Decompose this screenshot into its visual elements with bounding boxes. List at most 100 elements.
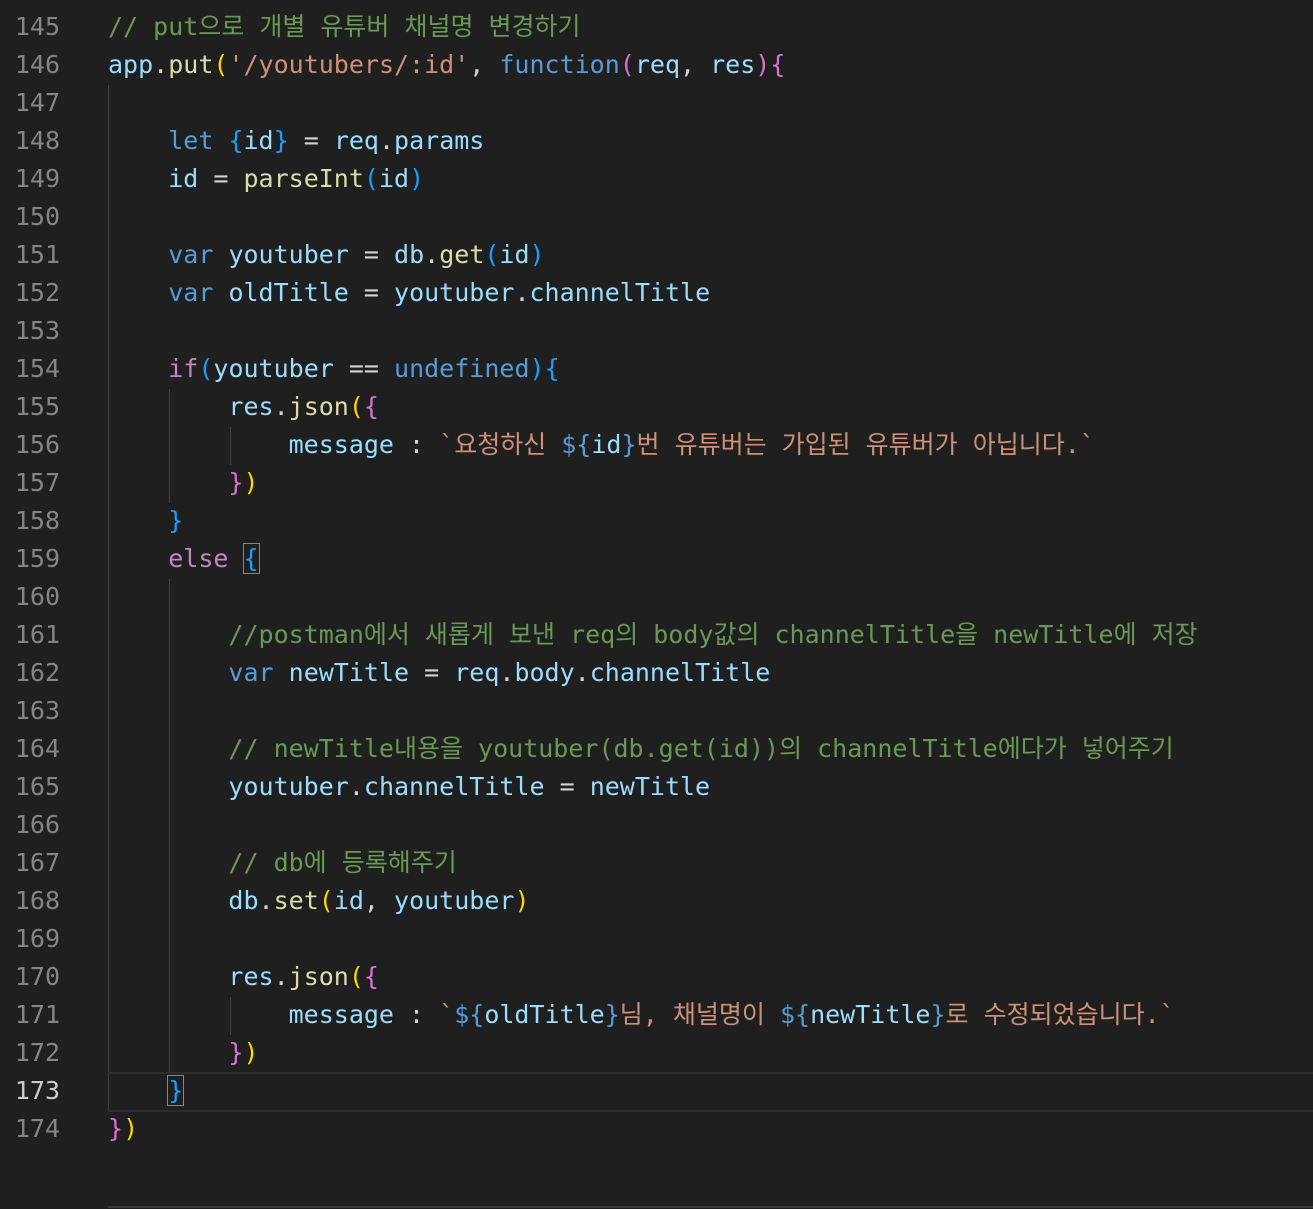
code-token: 번 유튜버는 가입된 유튜버가 아닙니다.` <box>636 430 1095 459</box>
code-line[interactable]: 171 message : `${oldTitle}님, 채널명이 ${newT… <box>0 996 1313 1034</box>
code-token: let <box>168 126 214 155</box>
code-token: { <box>242 543 260 574</box>
code-token: . <box>574 658 590 687</box>
code-line[interactable]: 152 var oldTitle = youtuber.channelTitle <box>0 274 1313 312</box>
code-line[interactable]: 157 }) <box>0 464 1313 502</box>
code-token: { <box>544 354 560 383</box>
line-number: 163 <box>14 696 60 725</box>
code-token: var <box>168 240 214 269</box>
code-line[interactable]: 163 <box>0 692 1313 730</box>
code-editor[interactable]: 145// put으로 개별 유튜버 채널명 변경하기 146 app.put('/… <box>0 0 1313 1209</box>
code-token: . <box>258 886 274 915</box>
code-text: var youtuber = db.get(id) <box>108 236 544 274</box>
code-token: ( <box>484 240 500 269</box>
code-token: : <box>393 1000 440 1029</box>
code-token: undefined <box>394 354 530 383</box>
code-token: 님, 채널명이 <box>619 1000 780 1029</box>
code-line[interactable]: 166 <box>0 806 1313 844</box>
code-token: id <box>333 886 364 915</box>
code-token: req <box>634 50 681 79</box>
code-token: req <box>333 126 379 155</box>
code-text: else { <box>108 540 260 578</box>
code-token: = <box>409 658 455 687</box>
code-line[interactable]: 164 // newTitle내용을 youtuber(db.get(id))의… <box>0 730 1313 768</box>
code-token: newTitle <box>288 658 410 687</box>
code-text: youtuber.channelTitle = newTitle <box>108 768 710 806</box>
line-number: 146 <box>14 50 60 79</box>
code-token: . <box>514 278 530 307</box>
code-text: app.put('/youtubers/:id', function(req, … <box>108 46 785 84</box>
line-number: 156 <box>14 430 60 459</box>
code-line[interactable]: 158 } <box>0 502 1313 540</box>
code-token: res <box>228 962 274 991</box>
code-line[interactable]: 168 db.set(id, youtuber) <box>0 882 1313 920</box>
line-number: 168 <box>14 886 60 915</box>
code-line[interactable]: 146 app.put('/youtubers/:id', function(re… <box>0 46 1313 84</box>
code-token: ) <box>243 468 259 497</box>
code-token: req <box>454 658 500 687</box>
code-line[interactable]: 167 // db에 등록해주기 <box>0 844 1313 882</box>
code-token: 로 수정되었습니다.` <box>945 1000 1175 1029</box>
code-token: channelTitle <box>589 658 771 687</box>
code-token: ( <box>348 392 364 421</box>
code-text: } <box>108 502 183 540</box>
code-text: // db에 등록해주기 <box>108 844 456 882</box>
line-number: 149 <box>14 164 60 193</box>
code-line[interactable]: 165 youtuber.channelTitle = newTitle <box>0 768 1313 806</box>
code-line[interactable]: 173 } <box>0 1072 1313 1112</box>
line-number: 152 <box>14 278 60 307</box>
code-token: = <box>198 164 244 193</box>
code-line[interactable]: 156 message : `요청하신 ${id}번 유튜버는 가입된 유튜버가… <box>0 426 1313 464</box>
code-token: ( <box>348 962 364 991</box>
code-line[interactable]: 148 let {id} = req.params <box>0 122 1313 160</box>
code-line[interactable]: 151 var youtuber = db.get(id) <box>0 236 1313 274</box>
code-line[interactable]: 155 res.json({ <box>0 388 1313 426</box>
code-token: function <box>499 50 620 79</box>
code-token: get <box>439 240 485 269</box>
code-line[interactable]: 153 <box>0 312 1313 350</box>
code-line[interactable]: 159 else { <box>0 540 1313 578</box>
code-token: . <box>273 392 289 421</box>
code-token: json <box>288 392 349 421</box>
code-text: }) <box>108 464 259 502</box>
code-line[interactable]: 150 <box>0 198 1313 236</box>
line-number: 171 <box>14 1000 60 1029</box>
code-line[interactable]: 154 if(youtuber == undefined){ <box>0 350 1313 388</box>
code-line[interactable]: 172 }) <box>0 1034 1313 1072</box>
code-line[interactable]: 174}) <box>0 1110 1313 1148</box>
code-line[interactable]: 162 var newTitle = req.body.channelTitle <box>0 654 1313 692</box>
code-token: app <box>108 50 154 79</box>
editor-bottom-rule <box>108 1206 1313 1208</box>
code-token: ( <box>318 886 334 915</box>
code-line[interactable]: 149 id = parseInt(id) <box>0 160 1313 198</box>
code-token: oldTitle <box>484 1000 605 1029</box>
code-token: channelTitle <box>529 278 711 307</box>
line-number: 172 <box>14 1038 60 1067</box>
code-token: body <box>514 658 575 687</box>
code-token: channelTitle <box>363 772 545 801</box>
code-token: message <box>288 1000 394 1029</box>
line-number: 166 <box>14 810 60 839</box>
code-line[interactable]: 145 // put으로 개별 유튜버 채널명 변경하기 <box>0 8 1313 46</box>
code-token: var <box>228 658 274 687</box>
code-line[interactable]: 147 <box>0 84 1313 122</box>
line-number: 154 <box>14 354 60 383</box>
code-text: // newTitle내용을 youtuber(db.get(id))의 cha… <box>108 730 1173 768</box>
code-line[interactable]: 170 res.json({ <box>0 958 1313 996</box>
line-number: 158 <box>14 506 60 535</box>
code-line[interactable]: 160 <box>0 578 1313 616</box>
code-token: `요청하신 <box>439 430 562 459</box>
code-token: message <box>288 430 394 459</box>
code-line[interactable]: 169 <box>0 920 1313 958</box>
code-line[interactable]: 161 //postman에서 새롭게 보낸 req의 body값의 chann… <box>0 616 1313 654</box>
code-token: ) <box>529 354 545 383</box>
code-token: ) <box>755 50 771 79</box>
